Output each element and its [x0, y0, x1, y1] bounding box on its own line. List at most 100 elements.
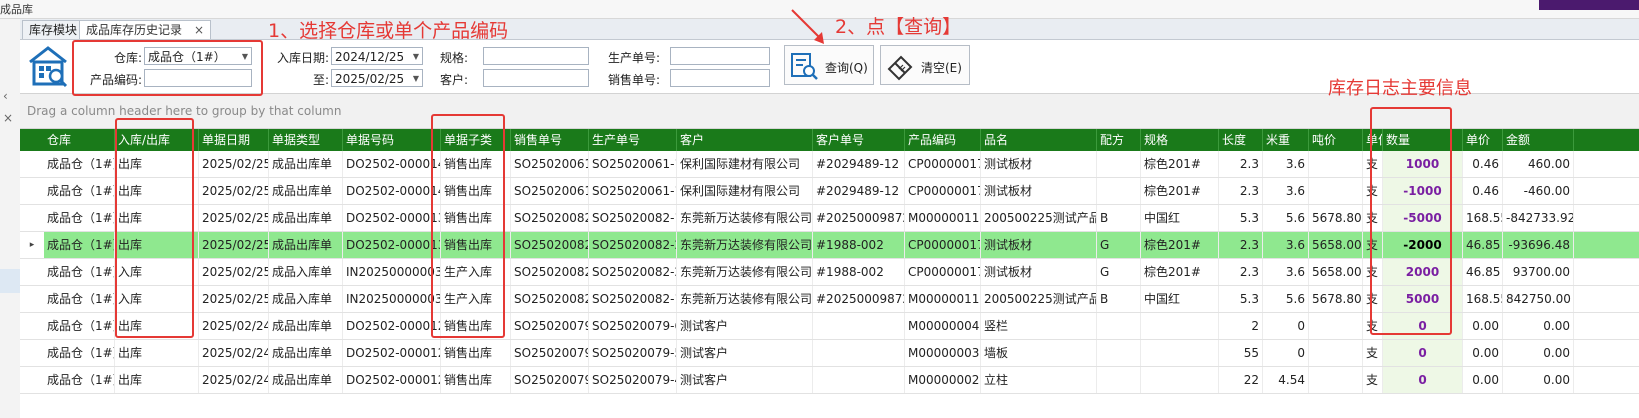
cell-prod-order[interactable]: SO25020082-2: [589, 259, 677, 285]
cell-customer-order[interactable]: #1988-002: [813, 232, 905, 258]
cell-sales-order[interactable]: SO25020082: [511, 259, 589, 285]
cell-unit-price[interactable]: 0.46: [1463, 151, 1503, 177]
cell-product-name[interactable]: 竖栏: [981, 313, 1097, 339]
cell-unit-price[interactable]: 46.85: [1463, 232, 1503, 258]
cell-doc-date[interactable]: 2025/02/24: [199, 313, 269, 339]
cell-doc-number[interactable]: DO2502-000013: [343, 205, 441, 231]
cell-product-name[interactable]: 墙板: [981, 340, 1097, 366]
cell-customer-order[interactable]: #2029489-12: [813, 151, 905, 177]
column-header-formula[interactable]: 配方: [1097, 129, 1141, 151]
column-header-unit-price[interactable]: 单价: [1463, 129, 1503, 151]
cell-doc-type[interactable]: 成品出库单: [269, 313, 343, 339]
column-header-spec[interactable]: 规格: [1141, 129, 1219, 151]
cell-sales-order[interactable]: SO25020082: [511, 205, 589, 231]
cell-sales-order[interactable]: SO25020061: [511, 178, 589, 204]
cell-doc-date[interactable]: 2025/02/25: [199, 178, 269, 204]
cell-length[interactable]: 2.3: [1219, 151, 1263, 177]
cell-doc-type[interactable]: 成品出库单: [269, 205, 343, 231]
column-header-sales-order[interactable]: 销售单号: [511, 129, 589, 151]
cell-in-out[interactable]: 出库: [115, 367, 199, 393]
nav-selected-item[interactable]: [0, 269, 20, 293]
cell-unit[interactable]: 支: [1363, 367, 1383, 393]
column-header-meter-weight[interactable]: 米重: [1263, 129, 1309, 151]
cell-doc-date[interactable]: 2025/02/25: [199, 286, 269, 312]
cell-length[interactable]: 2.3: [1219, 178, 1263, 204]
cell-warehouse[interactable]: 成品仓（1#）: [44, 340, 115, 366]
cell-customer[interactable]: 测试客户: [677, 313, 813, 339]
cell-sales-order[interactable]: SO25020079: [511, 313, 589, 339]
cell-spec[interactable]: 棕色201#: [1141, 259, 1219, 285]
cell-meter-weight[interactable]: 5.6: [1263, 205, 1309, 231]
cell-formula[interactable]: G: [1097, 259, 1141, 285]
cell-doc-type[interactable]: 成品出库单: [269, 340, 343, 366]
cell-product-code[interactable]: M00000011: [905, 205, 981, 231]
column-header-product-name[interactable]: 品名: [981, 129, 1097, 151]
cell-formula[interactable]: [1097, 151, 1141, 177]
sales-order-input[interactable]: [670, 69, 770, 87]
cell-customer[interactable]: 测试客户: [677, 367, 813, 393]
cell-doc-type[interactable]: 成品入库单: [269, 286, 343, 312]
cell-meter-weight[interactable]: 4.54: [1263, 367, 1309, 393]
date-to-picker[interactable]: 2025/02/25 ▼: [331, 69, 423, 87]
customer-input[interactable]: [483, 69, 589, 87]
cell-warehouse[interactable]: 成品仓（1#）: [44, 232, 115, 258]
cell-sales-order[interactable]: SO25020079: [511, 367, 589, 393]
cell-prod-order[interactable]: SO25020082-1: [589, 286, 677, 312]
cell-customer[interactable]: 东莞新万达装修有限公司: [677, 286, 813, 312]
cell-formula[interactable]: G: [1097, 232, 1141, 258]
cell-formula[interactable]: [1097, 340, 1141, 366]
cell-warehouse[interactable]: 成品仓（1#）: [44, 259, 115, 285]
cell-sales-order[interactable]: SO25020079: [511, 340, 589, 366]
tab-inventory-module[interactable]: 库存模块: [22, 20, 85, 39]
cell-quantity[interactable]: 0: [1383, 340, 1463, 366]
cell-customer[interactable]: 东莞新万达装修有限公司: [677, 205, 813, 231]
cell-ton-price[interactable]: [1309, 313, 1363, 339]
cell-product-code[interactable]: M00000003: [905, 340, 981, 366]
tab-finished-goods-history[interactable]: 成品库存历史记录 ×: [79, 20, 212, 39]
cell-spec[interactable]: [1141, 367, 1219, 393]
cell-unit-price[interactable]: 46.85: [1463, 259, 1503, 285]
cell-prod-order[interactable]: SO25020079-5: [589, 340, 677, 366]
column-header-customer-order[interactable]: 客户单号: [813, 129, 905, 151]
column-header-prod-order[interactable]: 生产单号: [589, 129, 677, 151]
cell-doc-type[interactable]: 成品出库单: [269, 367, 343, 393]
cell-product-code[interactable]: CP00000017: [905, 259, 981, 285]
cell-product-code[interactable]: CP00000017: [905, 178, 981, 204]
cell-length[interactable]: 2.3: [1219, 232, 1263, 258]
cell-customer-order[interactable]: #20250009872: [813, 205, 905, 231]
cell-customer[interactable]: 东莞新万达装修有限公司: [677, 259, 813, 285]
row-indicator[interactable]: [20, 313, 44, 339]
cell-doc-subtype[interactable]: 销售出库: [441, 340, 511, 366]
cell-doc-date[interactable]: 2025/02/24: [199, 340, 269, 366]
cell-formula[interactable]: B: [1097, 286, 1141, 312]
cell-prod-order[interactable]: SO25020061-1: [589, 151, 677, 177]
cell-unit-price[interactable]: 0.00: [1463, 340, 1503, 366]
cell-warehouse[interactable]: 成品仓（1#）: [44, 313, 115, 339]
cell-prod-order[interactable]: SO25020082-1: [589, 205, 677, 231]
cell-amount[interactable]: 0.00: [1503, 340, 1574, 366]
cell-spec[interactable]: 棕色201#: [1141, 232, 1219, 258]
cell-formula[interactable]: [1097, 367, 1141, 393]
cell-doc-number[interactable]: DO2502-000014: [343, 151, 441, 177]
cell-unit-price[interactable]: 168.55: [1463, 286, 1503, 312]
cell-meter-weight[interactable]: 0: [1263, 340, 1309, 366]
cell-customer-order[interactable]: #2029489-12: [813, 178, 905, 204]
column-header-customer[interactable]: 客户: [677, 129, 813, 151]
column-header-length[interactable]: 长度: [1219, 129, 1263, 151]
cell-doc-number[interactable]: DO2502-000014: [343, 178, 441, 204]
cell-spec[interactable]: [1141, 340, 1219, 366]
row-indicator[interactable]: [20, 151, 44, 177]
cell-doc-date[interactable]: 2025/02/25: [199, 151, 269, 177]
cell-doc-type[interactable]: 成品入库单: [269, 259, 343, 285]
cell-spec[interactable]: 棕色201#: [1141, 151, 1219, 177]
clear-button[interactable]: 清空(E): [880, 45, 970, 85]
cell-product-name[interactable]: 测试板材: [981, 151, 1097, 177]
cell-product-code[interactable]: M00000004: [905, 313, 981, 339]
cell-product-name[interactable]: 测试板材: [981, 178, 1097, 204]
cell-doc-date[interactable]: 2025/02/25: [199, 259, 269, 285]
cell-doc-number[interactable]: IN202500000032: [343, 286, 441, 312]
table-row[interactable]: 成品仓（1#）出库2025/02/24成品出库单DO2502-000012销售出…: [20, 367, 1639, 394]
cell-doc-type[interactable]: 成品出库单: [269, 178, 343, 204]
row-indicator[interactable]: [20, 340, 44, 366]
cell-length[interactable]: 55: [1219, 340, 1263, 366]
